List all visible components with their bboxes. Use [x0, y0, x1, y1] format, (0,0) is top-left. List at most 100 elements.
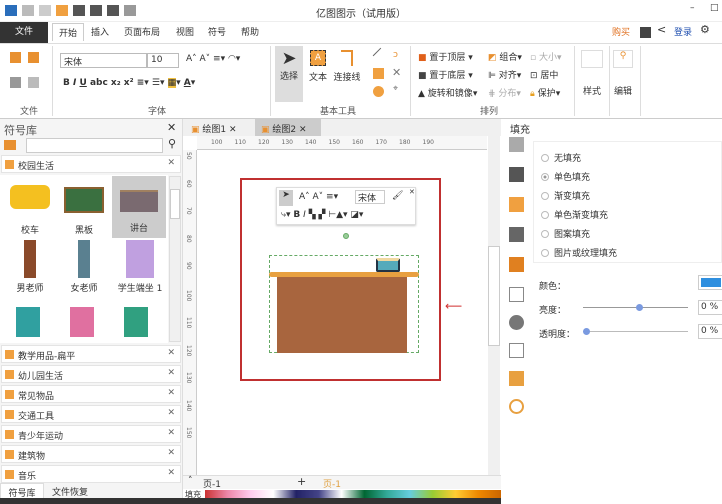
tab-page-layout[interactable]: 页面布局	[124, 25, 160, 38]
fill-icon[interactable]	[509, 137, 524, 152]
font-grow-button[interactable]: A˄ A˅ ≡▾ ◠▾	[186, 54, 240, 64]
text-tool-button[interactable]: A 文本	[306, 46, 330, 102]
maximize-button[interactable]: □	[710, 3, 719, 13]
font-size-buttons[interactable]: A˄ A˅ ≡▾	[299, 192, 338, 202]
image-icon[interactable]	[509, 227, 524, 242]
symbol-scrollbar[interactable]	[169, 176, 181, 342]
cut-icon[interactable]	[10, 52, 21, 63]
tab-symbol[interactable]: 符号	[208, 25, 226, 38]
shape-style-icon[interactable]	[509, 197, 524, 212]
category-item[interactable]: 教学用品-扁平 ✕	[1, 345, 181, 363]
group-button[interactable]: ◩ 组合▾	[488, 50, 522, 63]
crop-icon[interactable]: ⌖	[393, 84, 404, 95]
ellipse-icon[interactable]	[373, 86, 384, 97]
center-button[interactable]: ⊡ 居中	[530, 68, 558, 81]
transparency-value[interactable]: 0 %	[698, 324, 722, 339]
radio-single-gradient-fill[interactable]: 单色渐变填充	[541, 208, 608, 221]
hyperlink-globe-icon[interactable]	[509, 315, 524, 330]
radio-picture-fill[interactable]: 图片或纹理填充	[541, 246, 617, 259]
doc-tab[interactable]: ▣ 绘图1 ✕	[191, 122, 237, 135]
send-to-back-button[interactable]: ■ 置于底层 ▾	[418, 68, 473, 81]
comment-icon[interactable]	[509, 371, 524, 386]
color-picker[interactable]	[698, 275, 722, 290]
category-item[interactable]: 幼儿园生活 ✕	[1, 365, 181, 383]
radio-no-fill[interactable]: 无填充	[541, 151, 581, 164]
font-size-select[interactable]: 10	[147, 53, 179, 68]
rotate-handle[interactable]	[343, 233, 349, 239]
tab-view[interactable]: 视图	[176, 25, 194, 38]
file-menu[interactable]: 文件	[0, 22, 48, 43]
font-format-buttons[interactable]: B I U abc x₂ x² ≡▾ ☰▾ ▦▾ A▾	[63, 78, 195, 88]
category-item[interactable]: 交通工具 ✕	[1, 405, 181, 423]
tab-insert[interactable]: 插入	[91, 25, 109, 38]
category-item[interactable]: 常见物品 ✕	[1, 385, 181, 403]
share-screen-icon[interactable]	[640, 27, 651, 38]
doc-tab-active[interactable]: ▣ 绘图2 ✕	[255, 119, 321, 136]
login-link[interactable]: 登录	[674, 25, 692, 38]
paste-icon[interactable]	[28, 77, 39, 88]
radio-pattern-fill[interactable]: 图案填充	[541, 227, 590, 240]
cross-icon[interactable]: ✕	[392, 66, 403, 79]
edit-button[interactable]: 编辑	[614, 84, 632, 97]
search-edit-icon[interactable]: ⚲	[613, 50, 633, 68]
help-icon[interactable]	[509, 399, 524, 414]
settings-gear-icon[interactable]: ⚙	[700, 23, 710, 36]
floating-format-buttons[interactable]: ⤷▾ B I ▚ ▞ ⊢▲▾ ◪▾	[281, 210, 363, 220]
radio-gradient-fill[interactable]: 渐变填充	[541, 189, 590, 202]
size-button[interactable]: ▫ 大小▾	[530, 50, 562, 63]
tab-help[interactable]: 帮助	[241, 25, 259, 38]
symbol-podium[interactable]: 讲台	[112, 176, 166, 238]
share-icon[interactable]: <	[657, 23, 666, 36]
symbol-school-bus[interactable]: 校车	[4, 181, 56, 236]
symbol-student[interactable]	[70, 307, 94, 337]
format-painter-icon[interactable]	[28, 52, 39, 63]
color-swatches[interactable]	[205, 490, 501, 498]
tab-home[interactable]: 开始	[52, 23, 85, 41]
pointer-icon[interactable]: ➤	[279, 190, 293, 206]
symbol-student-sitting[interactable]: 学生端坐 1	[112, 240, 168, 294]
style-button[interactable]: 样式	[583, 84, 601, 97]
font-name-select[interactable]: 宋体	[60, 53, 147, 68]
home-icon[interactable]	[4, 140, 16, 150]
symbol-male-teacher[interactable]: 男老师	[4, 240, 56, 294]
minimize-button[interactable]: –	[690, 3, 695, 13]
bring-to-front-button[interactable]: ■ 置于顶层 ▾	[418, 50, 473, 63]
symbol-female-teacher[interactable]: 女老师	[58, 240, 110, 294]
category-item[interactable]: 建筑物 ✕	[1, 445, 181, 463]
buy-link[interactable]: 购买	[612, 25, 630, 38]
radio-solid-fill[interactable]: 单色填充	[541, 170, 590, 183]
close-library-icon[interactable]: ✕	[167, 121, 176, 134]
format-painter-icon[interactable]: 🖌︎	[392, 191, 403, 201]
symbol-student[interactable]	[124, 307, 148, 337]
tab-symbol-library[interactable]: 符号库	[0, 483, 44, 499]
arc-icon[interactable]: ↄ	[393, 50, 404, 61]
symbol-student[interactable]	[16, 307, 40, 337]
select-tool-button[interactable]: ➤ 选择	[275, 46, 303, 102]
page-properties-icon[interactable]	[509, 287, 524, 302]
floating-font-select[interactable]: 宋体	[355, 190, 385, 204]
vertical-scrollbar[interactable]	[488, 136, 500, 475]
category-item[interactable]: 音乐 ✕	[1, 465, 181, 483]
style-icon[interactable]	[581, 50, 603, 68]
connector-tool-button[interactable]: 连接线	[332, 46, 362, 102]
category-item[interactable]: 青少年运动 ✕	[1, 425, 181, 443]
add-page-button[interactable]: +	[297, 475, 306, 488]
symbol-blackboard[interactable]: 黑板	[58, 181, 110, 236]
shadow-icon[interactable]	[509, 257, 524, 272]
transparency-slider[interactable]	[583, 328, 688, 335]
copy-icon[interactable]	[10, 77, 21, 88]
brightness-value[interactable]: 0 %	[698, 300, 722, 315]
line-style-icon[interactable]	[509, 167, 524, 182]
attachment-icon[interactable]	[509, 343, 524, 358]
close-floating-icon[interactable]: ✕	[409, 188, 415, 196]
line-icon[interactable]	[372, 47, 389, 64]
brightness-slider[interactable]	[583, 304, 688, 311]
collapse-icon[interactable]: ˄	[188, 476, 193, 486]
search-icon[interactable]: ⚲	[168, 137, 176, 150]
align-button[interactable]: ⊫ 对齐▾	[488, 68, 521, 81]
category-current[interactable]: 校园生活 ✕	[1, 155, 181, 173]
distribute-button[interactable]: ⋕ 分布▾	[488, 86, 521, 99]
tab-file-recovery[interactable]: 文件恢复	[52, 485, 88, 498]
protect-button[interactable]: 🔒︎ 保护▾	[530, 86, 560, 99]
rotate-mirror-button[interactable]: ▲ 旋转和镜像▾	[418, 86, 477, 99]
